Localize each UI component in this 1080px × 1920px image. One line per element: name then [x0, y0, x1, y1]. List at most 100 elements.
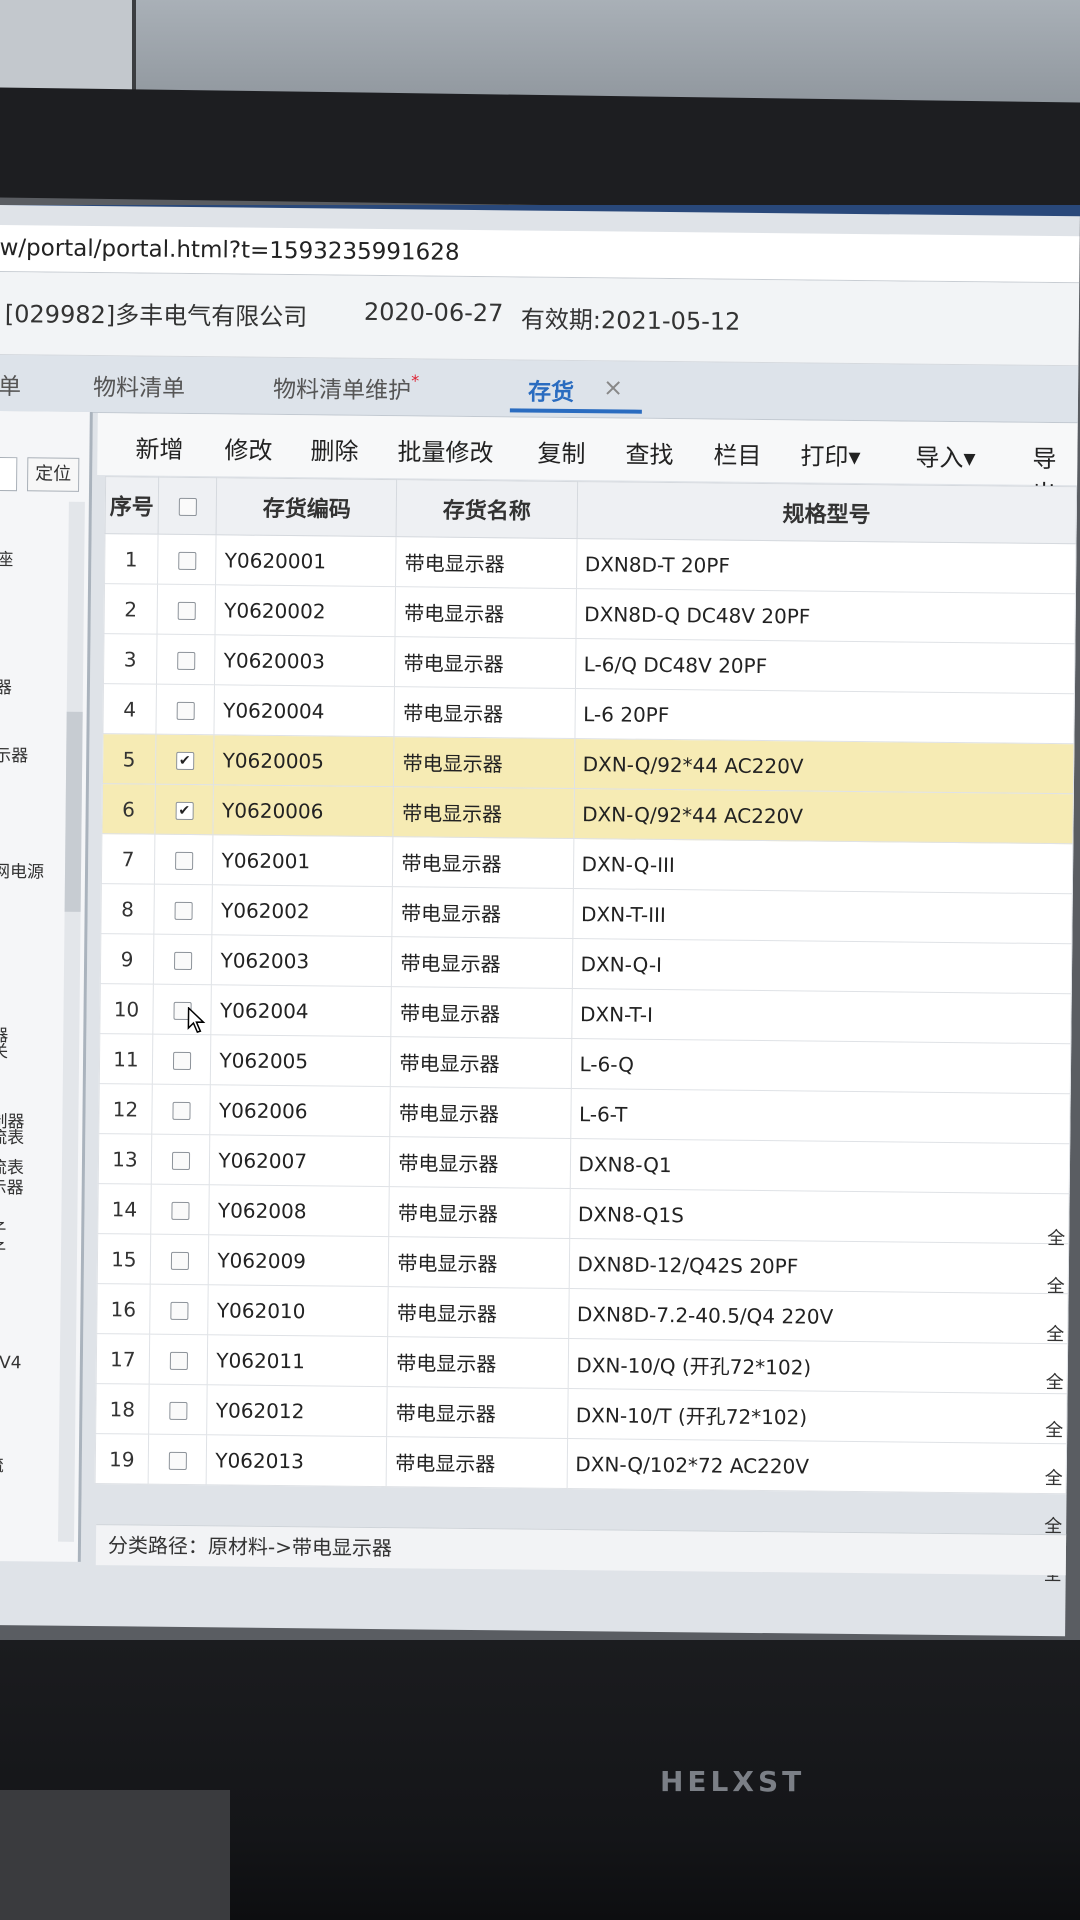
tree-item[interactable]: 器: [0, 673, 12, 698]
inventory-spec: DXN8D-Q DC48V 20PF: [575, 588, 1076, 644]
row-checkbox[interactable]: [170, 1251, 189, 1271]
columns-button[interactable]: 栏目: [713, 435, 761, 471]
row-select-cell[interactable]: [155, 684, 215, 735]
row-select-cell[interactable]: [151, 1084, 211, 1135]
row-checkbox[interactable]: [169, 1351, 188, 1371]
row-select-cell[interactable]: [148, 1334, 209, 1385]
locate-button[interactable]: 定位: [27, 457, 80, 492]
inventory-name: 带电显示器: [390, 1086, 571, 1139]
row-checkbox[interactable]: [176, 651, 195, 671]
header-select-all[interactable]: [157, 477, 218, 535]
inventory-spec: DXN-Q/92*44 AC220V: [573, 738, 1074, 794]
row-select-cell[interactable]: [148, 1384, 208, 1435]
row-number: 19: [95, 1433, 149, 1485]
inventory-code: Y0620004: [214, 684, 395, 737]
tree-item[interactable]: 座: [0, 545, 13, 570]
find-button[interactable]: 查找: [625, 435, 673, 471]
inventory-spec: DXN-T-I: [571, 988, 1072, 1044]
inventory-name: 带电显示器: [395, 586, 577, 639]
inventory-code: Y062001: [212, 834, 394, 887]
inventory-spec: DXN8D-T 20PF: [576, 538, 1077, 594]
inventory-code: Y062010: [208, 1284, 389, 1337]
tab-inventory[interactable]: 存货: [528, 373, 574, 407]
import-dropdown[interactable]: 导入▾: [915, 438, 975, 474]
batch-edit-button[interactable]: 批量修改: [397, 432, 493, 468]
row-checkbox[interactable]: [172, 1051, 191, 1071]
row-checkbox[interactable]: ✔: [175, 751, 194, 771]
tree-scrollbar[interactable]: [58, 501, 85, 1542]
tab-close-icon[interactable]: ×: [603, 373, 623, 401]
tree-item[interactable]: 关: [0, 1037, 8, 1062]
edit-button[interactable]: 修改: [224, 430, 272, 466]
row-checkbox[interactable]: [171, 1201, 190, 1221]
tree-item[interactable]: 硫: [0, 1451, 4, 1476]
table-row[interactable]: 19 Y062013 带电显示器 DXN-Q/102*72 AC220V: [95, 1433, 1067, 1494]
copy-button[interactable]: 复制: [537, 434, 585, 470]
row-select-cell[interactable]: [153, 934, 213, 985]
active-tab-indicator: [509, 408, 642, 414]
row-select-cell[interactable]: ✔: [154, 784, 214, 835]
inventory-name: 带电显示器: [390, 1036, 572, 1089]
inventory-name: 带电显示器: [388, 1286, 569, 1339]
row-select-cell[interactable]: [153, 884, 213, 935]
delete-button[interactable]: 删除: [310, 431, 358, 467]
row-checkbox[interactable]: [174, 901, 193, 921]
row-checkbox[interactable]: [173, 951, 192, 971]
edge-cell: 全: [1045, 1372, 1064, 1394]
row-select-cell[interactable]: [150, 1184, 210, 1235]
row-checkbox[interactable]: ✔: [175, 801, 194, 821]
row-checkbox[interactable]: [177, 551, 197, 571]
tree-item[interactable]: 子: [0, 1235, 6, 1260]
tree-item[interactable]: 示器: [0, 1173, 24, 1198]
inventory-code: Y062006: [210, 1084, 391, 1137]
tree-item[interactable]: 流表: [0, 1123, 24, 1148]
row-select-cell[interactable]: [157, 534, 217, 585]
row-checkbox[interactable]: [176, 701, 195, 721]
row-select-cell[interactable]: [156, 584, 216, 635]
inventory-code: Y0620002: [215, 584, 397, 637]
row-checkbox[interactable]: [172, 1101, 191, 1121]
tree-item[interactable]: BV4: [0, 1353, 22, 1373]
edge-cell: 全: [1044, 1468, 1063, 1490]
inventory-spec: DXN-Q/92*44 AC220V: [573, 788, 1074, 844]
header-name: 存货名称: [396, 479, 578, 539]
row-number: 16: [96, 1283, 151, 1335]
inventory-name: 带电显示器: [386, 1436, 568, 1489]
row-select-cell[interactable]: [150, 1234, 210, 1285]
row-checkbox[interactable]: [169, 1301, 189, 1321]
row-select-cell[interactable]: ✔: [155, 734, 215, 785]
tree-item[interactable]: 示器: [0, 741, 28, 766]
row-select-cell[interactable]: [154, 834, 214, 885]
inventory-name: 带电显示器: [389, 1186, 570, 1239]
row-select-cell[interactable]: [152, 1034, 212, 1085]
add-button[interactable]: 新增: [135, 429, 183, 465]
inventory-name: 带电显示器: [391, 986, 572, 1039]
inventory-spec: DXN-Q/102*72 AC220V: [566, 1438, 1067, 1494]
inventory-spec: DXN-Q-III: [572, 838, 1073, 894]
inventory-name: 带电显示器: [389, 1136, 571, 1189]
tree-scrollbar-thumb[interactable]: [64, 711, 83, 912]
row-checkbox[interactable]: [177, 601, 196, 621]
inventory-spec: L-6 20PF: [574, 688, 1075, 744]
row-checkbox[interactable]: [168, 1401, 188, 1421]
row-checkbox[interactable]: [168, 1451, 187, 1471]
row-number: 18: [95, 1383, 149, 1435]
row-number: 8: [100, 883, 155, 935]
row-number: 7: [101, 833, 155, 885]
row-checkbox[interactable]: [171, 1151, 190, 1171]
tree-item[interactable]: 网电源: [0, 857, 44, 883]
row-number: 17: [96, 1333, 150, 1385]
row-checkbox[interactable]: [174, 851, 193, 871]
inventory-name: 带电显示器: [388, 1236, 570, 1289]
select-all-checkbox[interactable]: [178, 497, 197, 516]
tab-bom[interactable]: 物料清单: [93, 368, 185, 403]
locate-input[interactable]: [0, 456, 18, 492]
tab-partial[interactable]: 单: [0, 367, 21, 401]
print-dropdown[interactable]: 打印▾: [800, 436, 860, 472]
tab-bom-maintenance[interactable]: 物料清单维护*: [273, 370, 419, 406]
row-select-cell[interactable]: [147, 1434, 208, 1485]
row-select-cell[interactable]: [151, 1134, 211, 1185]
validity-date: 有效期:2021-05-12: [520, 305, 741, 336]
row-select-cell[interactable]: [149, 1284, 209, 1335]
row-select-cell[interactable]: [156, 634, 216, 685]
